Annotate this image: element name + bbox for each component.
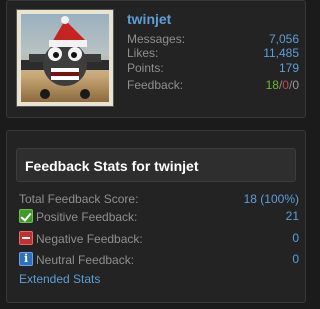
messages-value[interactable]: 7,056 (269, 32, 299, 46)
negative-feedback-row: Negative Feedback: 0 (19, 231, 299, 247)
username-link[interactable]: twinjet (127, 11, 171, 27)
points-label: Points: (127, 61, 164, 75)
points-stat: Points: 179 (127, 61, 299, 76)
feedback-neutral-count: 0 (292, 78, 299, 92)
avatar[interactable] (16, 9, 114, 107)
profile-card: twinjet Messages: 7,056 Likes: 11,485 Po… (6, 0, 306, 118)
positive-feedback-value: 21 (285, 209, 299, 223)
total-feedback-value: 18 (100%) (243, 192, 299, 206)
positive-feedback-label: Positive Feedback: (36, 210, 138, 224)
feedback-stats-panel: Feedback Stats for twinjet Total Feedbac… (6, 130, 306, 303)
feedback-label: Feedback: (127, 78, 184, 92)
avatar-image (21, 14, 109, 102)
negative-feedback-label: Negative Feedback: (36, 232, 143, 246)
likes-label: Likes: (127, 46, 159, 60)
total-feedback-label: Total Feedback Score: (19, 192, 139, 206)
likes-stat: Likes: 11,485 (127, 46, 299, 61)
feedback-negative-count: 0 (282, 78, 289, 92)
positive-feedback-row: Positive Feedback: 21 (19, 209, 299, 225)
feedback-stat: Feedback: 18/0/0 (127, 78, 299, 93)
negative-feedback-value: 0 (292, 231, 299, 245)
points-value[interactable]: 179 (279, 61, 299, 75)
neutral-feedback-row: Neutral Feedback: 0 (19, 252, 299, 268)
total-feedback-row: Total Feedback Score: 18 (100%) (19, 192, 299, 208)
feedback-stats-title: Feedback Stats for twinjet (16, 148, 296, 182)
neutral-feedback-label: Neutral Feedback: (36, 253, 135, 267)
minus-icon (19, 231, 33, 245)
feedback-positive-count: 18 (265, 78, 279, 92)
messages-label: Messages: (127, 32, 186, 46)
messages-stat: Messages: 7,056 (127, 32, 299, 47)
check-icon (19, 209, 33, 223)
info-icon (19, 252, 33, 266)
extended-stats-link[interactable]: Extended Stats (19, 272, 100, 286)
neutral-feedback-value: 0 (292, 252, 299, 266)
likes-value[interactable]: 11,485 (263, 46, 299, 60)
feedback-summary[interactable]: 18/0/0 (266, 78, 299, 92)
